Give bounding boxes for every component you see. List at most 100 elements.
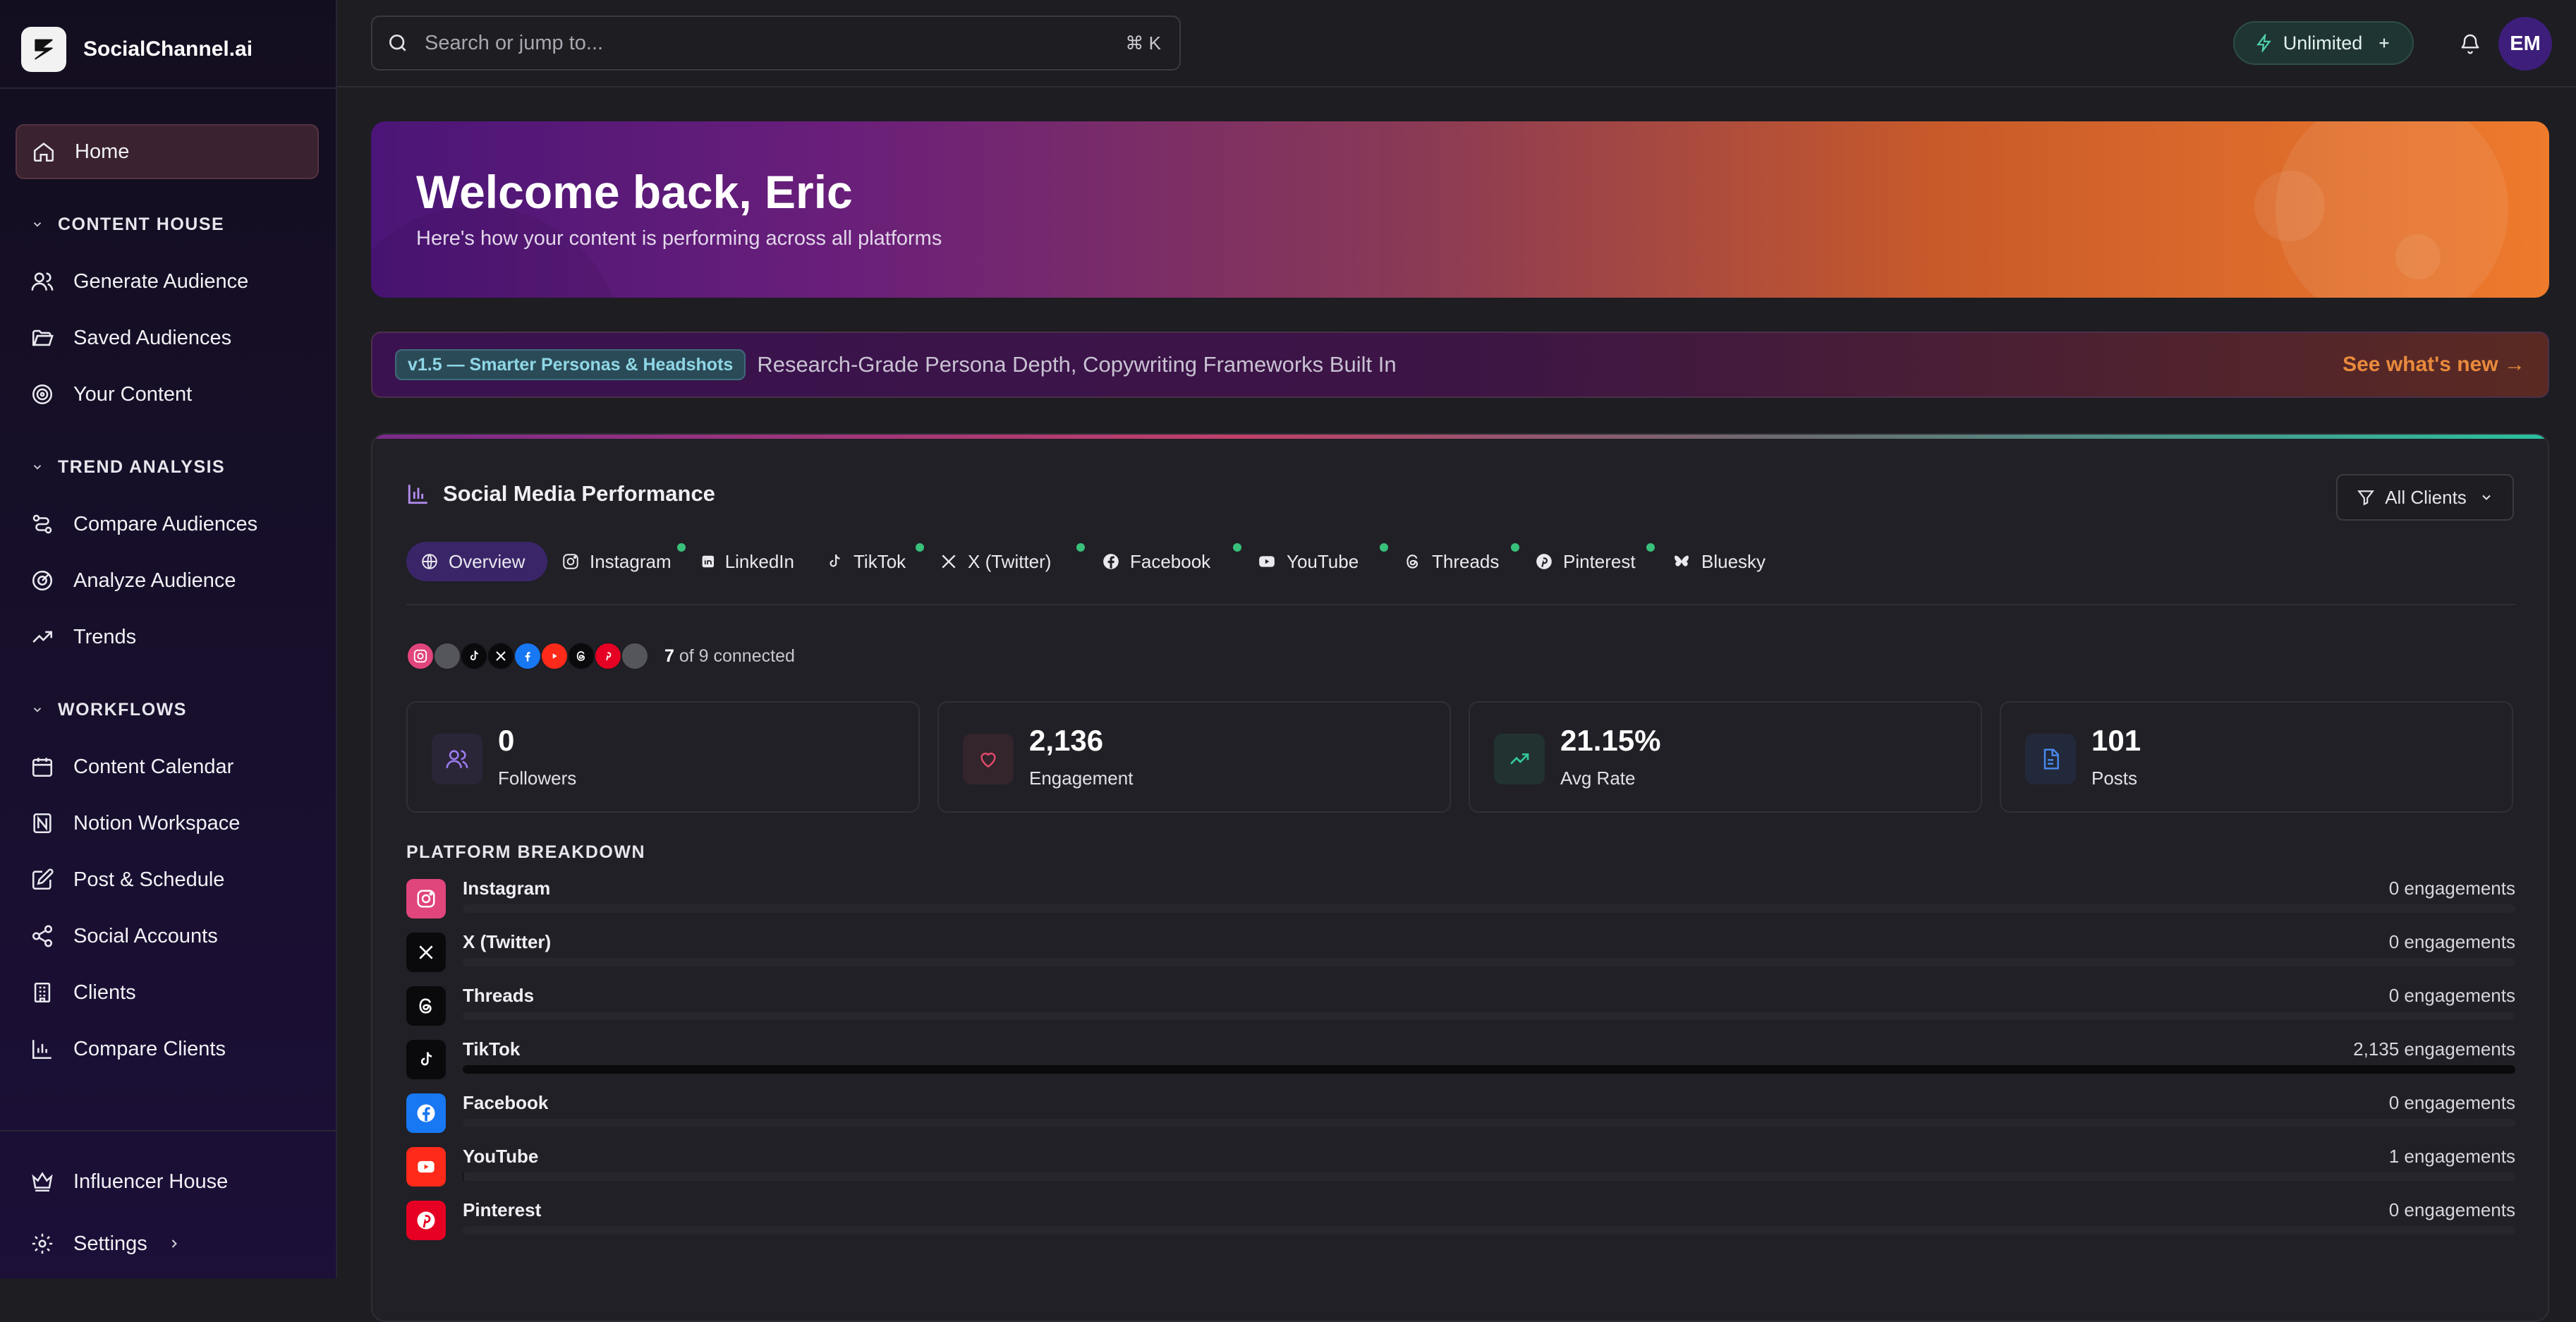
stat-value: 0 [498, 724, 515, 757]
bar-chart-icon [408, 485, 427, 504]
tab-facebook[interactable]: Facebook [1088, 542, 1241, 581]
facebook-icon [406, 1093, 446, 1133]
sidebar-item-label: Content Calendar [73, 755, 234, 778]
compare-routes-icon [28, 510, 56, 538]
decor-circle [2254, 171, 2325, 241]
linkedin-icon [433, 642, 461, 670]
youtube-icon [406, 1147, 446, 1187]
stat-label: Followers [498, 768, 577, 789]
pinterest-icon [406, 1201, 446, 1240]
engagement-bar-fill [463, 1065, 2515, 1074]
platform-name: Threads [463, 985, 535, 1006]
tab-threads[interactable]: Threads [1390, 542, 1519, 581]
sidebar-item-generate-audience[interactable]: Generate Audience [16, 254, 319, 309]
stat-label: Posts [2091, 768, 2138, 789]
tab-youtube[interactable]: YouTube [1243, 542, 1388, 581]
tab-label: LinkedIn [724, 550, 794, 572]
brand-logo-icon [21, 27, 66, 72]
platform-row-facebook: Facebook 0 engagements [406, 1091, 2515, 1136]
sidebar-item-influencer-house[interactable]: Influencer House [16, 1154, 319, 1209]
connected-dot [1380, 543, 1388, 552]
bluesky-icon [621, 642, 649, 670]
sidebar-item-label: Post & Schedule [73, 868, 225, 891]
platform-engagements: 0 engagements [2388, 985, 2515, 1006]
avatar[interactable]: EM [2498, 17, 2552, 71]
sidebar-item-your-content[interactable]: Your Content [16, 367, 319, 422]
tab-label: Overview [449, 550, 525, 572]
stat-label: Avg Rate [1560, 768, 1636, 789]
section-toggle-trend-analysis[interactable]: TREND ANALYSIS [31, 453, 225, 481]
tab-tiktok[interactable]: TikTok [811, 542, 924, 581]
sidebar-item-settings[interactable]: Settings [16, 1216, 319, 1271]
tab-linkedin[interactable]: LinkedIn [687, 542, 808, 581]
search-input[interactable]: Search or jump to... [425, 32, 1125, 55]
page-title: Welcome back, Eric [416, 166, 853, 218]
sidebar-item-notion-workspace[interactable]: Notion Workspace [16, 796, 319, 851]
divider [406, 604, 2515, 605]
search-bar[interactable]: Search or jump to... ⌘ K [371, 16, 1181, 71]
sidebar-item-label: Generate Audience [73, 269, 249, 293]
tab-bluesky[interactable]: Bluesky [1658, 542, 1792, 581]
plan-button[interactable]: Unlimited [2233, 21, 2414, 65]
plan-label: Unlimited [2283, 32, 2363, 54]
stat-value: 2,136 [1029, 724, 1104, 757]
calendar-icon [28, 753, 56, 781]
sidebar-item-label: Influencer House [73, 1170, 229, 1193]
sidebar-item-compare-audiences[interactable]: Compare Audiences [16, 497, 319, 552]
stat-value: 21.15% [1560, 724, 1661, 757]
platform-engagements: 0 engagements [2388, 1199, 2515, 1220]
tab-overview[interactable]: Overview [406, 542, 547, 581]
platform-row-x-twitter: X (Twitter) 0 engagements [406, 930, 2515, 975]
card-accent-line [372, 435, 2548, 439]
notion-icon [28, 809, 56, 837]
sidebar-item-social-accounts[interactable]: Social Accounts [16, 909, 319, 964]
sidebar-item-trends[interactable]: Trends [16, 610, 319, 665]
sidebar-item-home[interactable]: Home [16, 124, 319, 179]
tiktok-icon [406, 1040, 446, 1079]
platform-name: X (Twitter) [463, 931, 552, 952]
bluesky-icon [1675, 555, 1689, 566]
engagement-bar [463, 904, 2515, 913]
platform-name: YouTube [463, 1146, 539, 1167]
tab-x-twitter[interactable]: X (Twitter) [925, 542, 1085, 581]
section-title: TREND ANALYSIS [58, 456, 226, 477]
sidebar-item-content-calendar[interactable]: Content Calendar [16, 739, 319, 794]
tab-label: TikTok [853, 550, 906, 572]
engagement-bar [463, 1012, 2515, 1020]
tab-instagram[interactable]: Instagram [547, 542, 686, 581]
connected-accounts: 7 of 9 connected [406, 639, 795, 673]
sidebar-item-clients[interactable]: Clients [16, 965, 319, 1020]
x-twitter-icon [487, 642, 515, 670]
tiktok-icon [830, 554, 840, 567]
sidebar-item-compare-clients[interactable]: Compare Clients [16, 1021, 319, 1077]
section-toggle-workflows[interactable]: WORKFLOWS [31, 696, 187, 724]
section-toggle-content-house[interactable]: CONTENT HOUSE [31, 210, 224, 238]
sidebar-item-label: Compare Clients [73, 1037, 226, 1060]
platform-engagements: 1 engagements [2388, 1146, 2515, 1167]
see-whats-new-link[interactable]: See what's new → [2343, 353, 2525, 377]
divider [0, 1130, 336, 1132]
chevron-down-icon [33, 708, 42, 712]
brand[interactable]: SocialChannel.ai [21, 27, 253, 72]
sidebar-item-label: Saved Audiences [73, 326, 232, 349]
chevron-right-icon [171, 1239, 177, 1248]
youtube-icon [540, 642, 569, 670]
sidebar-item-label: Clients [73, 981, 136, 1004]
instagram-icon [563, 554, 578, 569]
client-filter-dropdown[interactable]: All Clients [2336, 474, 2514, 521]
stat-card-posts: 101 Posts [2000, 701, 2513, 813]
stat-card-followers: 0 Followers [406, 701, 920, 813]
platform-row-pinterest: Pinterest 0 engagements [406, 1198, 2515, 1243]
tab-pinterest[interactable]: Pinterest [1521, 542, 1655, 581]
sidebar-item-saved-audiences[interactable]: Saved Audiences [16, 310, 319, 365]
decor-circle [371, 206, 625, 298]
platform-engagements: 0 engagements [2388, 878, 2515, 899]
sidebar-item-analyze-audience[interactable]: Analyze Audience [16, 553, 319, 608]
platform-engagements: 2,135 engagements [2353, 1038, 2515, 1060]
sidebar-item-post-schedule[interactable]: Post & Schedule [16, 852, 319, 907]
sidebar-item-label: Compare Audiences [73, 512, 258, 535]
connected-dot [1511, 543, 1519, 552]
notifications-button[interactable] [2453, 27, 2487, 61]
stat-value: 101 [2091, 724, 2141, 757]
tab-label: Facebook [1130, 550, 1211, 572]
